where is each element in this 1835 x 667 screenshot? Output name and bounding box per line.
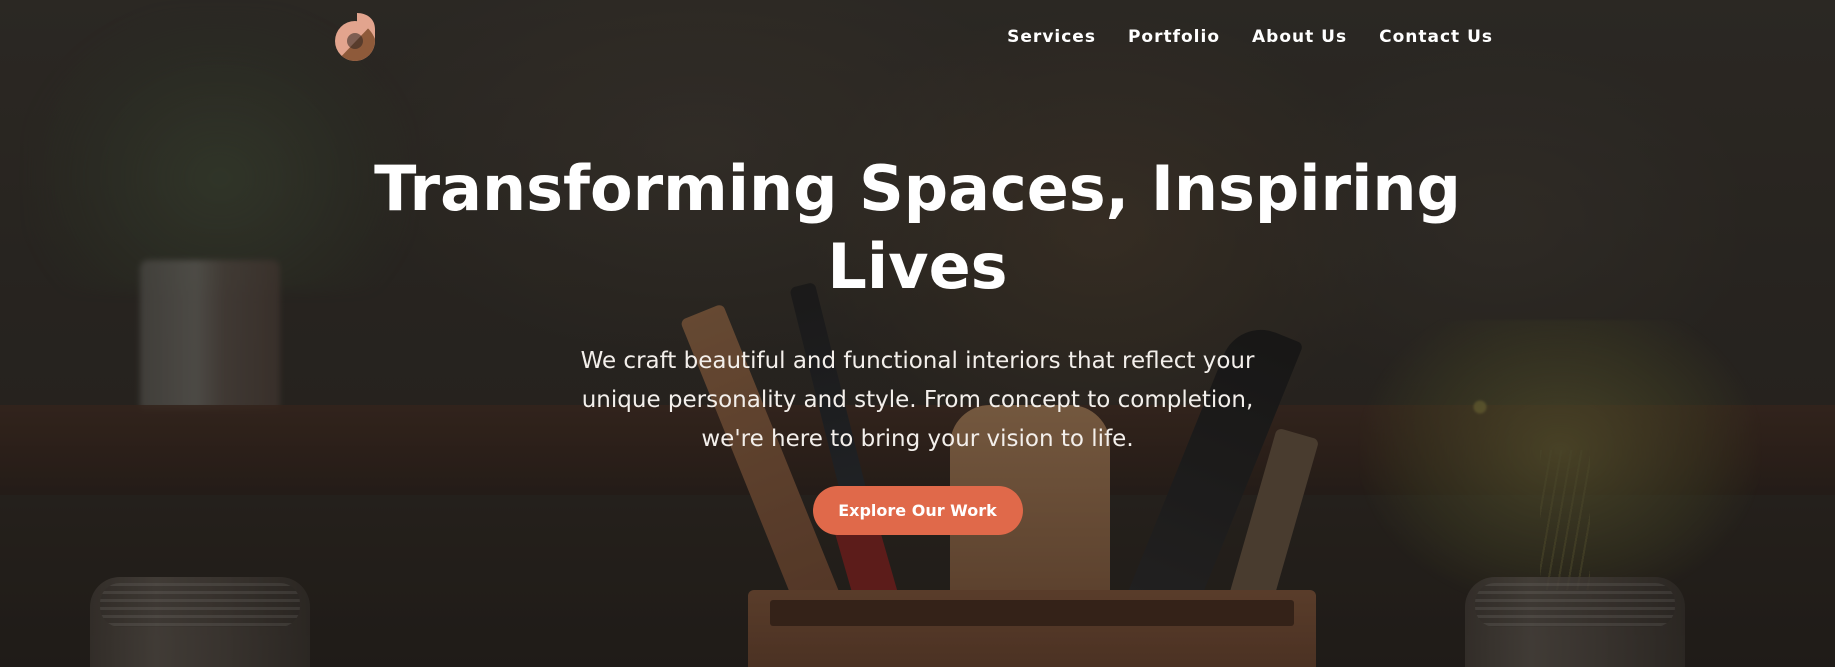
site-header: Services Portfolio About Us Contact Us (0, 0, 1835, 76)
logo-link[interactable] (335, 11, 377, 63)
nav-link-services[interactable]: Services (1007, 27, 1096, 47)
nav-link-portfolio[interactable]: Portfolio (1128, 27, 1220, 47)
g-monogram-logo-icon (335, 13, 375, 61)
main-nav: Services Portfolio About Us Contact Us (1007, 27, 1493, 47)
hero-section: Services Portfolio About Us Contact Us T… (0, 0, 1835, 667)
nav-link-about-us[interactable]: About Us (1252, 27, 1347, 47)
nav-link-contact-us[interactable]: Contact Us (1379, 27, 1493, 47)
explore-our-work-button[interactable]: Explore Our Work (812, 486, 1023, 535)
hero-title: Transforming Spaces, Inspiring Lives (374, 152, 1461, 303)
hero-subtitle: We craft beautiful and functional interi… (580, 348, 1255, 452)
hero-content: Transforming Spaces, Inspiring Lives We … (0, 150, 1835, 535)
